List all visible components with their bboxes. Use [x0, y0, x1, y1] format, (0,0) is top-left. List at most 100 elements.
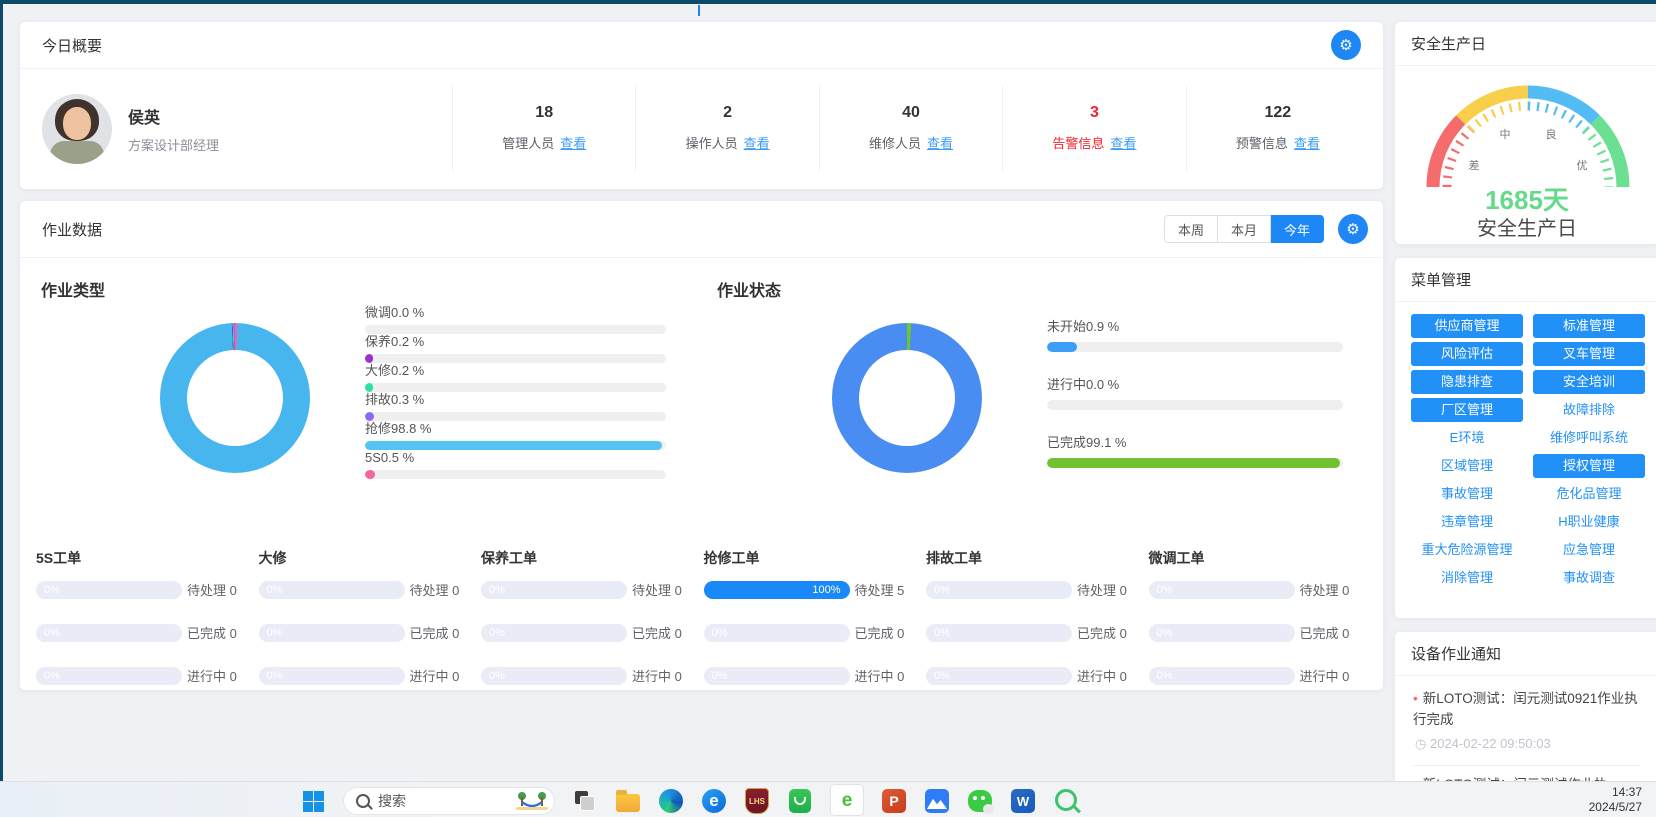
safety-card-header: 安全生产日 — [1395, 22, 1656, 66]
progress-bar: 0% — [481, 667, 627, 685]
menu-card-title: 菜单管理 — [1411, 269, 1471, 290]
menu-item-region[interactable]: 区域管理 — [1411, 454, 1523, 478]
menu-item-plant-area[interactable]: 厂区管理 — [1411, 398, 1523, 422]
menu-item-violation[interactable]: 违章管理 — [1411, 510, 1523, 534]
blue-e-browser-button[interactable]: e — [701, 788, 727, 814]
order-row: 0% 待处理 0 — [36, 580, 255, 599]
legend-item: 进行中0.0 % — [1047, 377, 1343, 435]
menu-item-major-hazard-source[interactable]: 重大危险源管理 — [1411, 538, 1523, 562]
edge-icon — [659, 789, 683, 813]
lhs-app-button[interactable]: LHS — [744, 788, 770, 814]
menu-item-safety-training[interactable]: 安全培训 — [1533, 370, 1645, 394]
app-store-button[interactable] — [787, 788, 813, 814]
windows-start-button[interactable] — [300, 788, 326, 814]
menu-item-elimination[interactable]: 消除管理 — [1411, 566, 1523, 590]
view-link[interactable]: 查看 — [1294, 136, 1320, 151]
view-link[interactable]: 查看 — [1110, 136, 1136, 151]
work-type-legend: 微调0.0 % 保养0.2 % 大修0.2 % 排故0.3 % 抢修98.8 %… — [365, 305, 666, 479]
avatar — [42, 94, 112, 164]
file-explorer-button[interactable] — [615, 788, 641, 814]
window-top-border — [0, 0, 1656, 4]
clock-time: 14:37 — [1589, 785, 1642, 800]
powerpoint-icon: P — [882, 789, 906, 813]
browser-360-button-active[interactable]: e — [830, 788, 864, 814]
menu-item-accident[interactable]: 事故管理 — [1411, 482, 1523, 506]
menu-item-risk-assessment[interactable]: 风险评估 — [1411, 342, 1523, 366]
search-icon — [356, 794, 370, 808]
order-row: 0% 待处理 0 — [481, 580, 700, 599]
magnifier-icon — [1055, 789, 1077, 811]
wechat-button[interactable] — [967, 788, 993, 814]
order-row: 0% 待处理 0 — [1149, 580, 1368, 599]
tab-this-week[interactable]: 本周 — [1164, 215, 1218, 243]
overview-settings-button[interactable]: ⚙ — [1331, 30, 1361, 60]
view-link[interactable]: 查看 — [744, 136, 770, 151]
work-type-donut-chart — [160, 323, 310, 473]
menu-item-e-environment[interactable]: E环境 — [1411, 426, 1523, 450]
task-view-button[interactable] — [572, 788, 598, 814]
word-button[interactable]: W — [1010, 788, 1036, 814]
tab-this-year[interactable]: 今年 — [1271, 215, 1324, 243]
work-data-header: 作业数据 本周 本月 今年 ⚙ — [20, 201, 1383, 258]
taskbar-clock[interactable]: 14:37 2024/5/27 — [1589, 785, 1642, 815]
menu-item-forklift[interactable]: 叉车管理 — [1533, 342, 1645, 366]
work-status-donut-chart — [832, 323, 982, 473]
search-tool-button[interactable] — [1053, 788, 1079, 814]
menu-item-accident-investigation[interactable]: 事故调查 — [1533, 566, 1645, 590]
legend-item: 5S0.5 % — [365, 450, 666, 479]
menu-item-hazard-inspection[interactable]: 隐患排查 — [1411, 370, 1523, 394]
powerpoint-button[interactable]: P — [881, 788, 907, 814]
progress-bar: 0% — [259, 581, 405, 599]
legend-item: 抢修98.8 % — [365, 421, 666, 450]
legend-item: 微调0.0 % — [365, 305, 666, 334]
taskbar-search-input[interactable]: 搜索 — [343, 787, 555, 815]
order-row: 0% 进行中 0 — [704, 666, 923, 685]
gauge-label-medium: 中 — [1500, 128, 1511, 141]
beach-highlight-icon — [514, 790, 550, 812]
mountain-app-icon — [925, 789, 949, 813]
safety-days-card: 安全生产日 差 中 良 优 1685天 安全生产日 — [1394, 21, 1656, 245]
view-link[interactable]: 查看 — [927, 136, 953, 151]
overview-body: 侯英 方案设计部经理 18 管理人员查看 2 操作人员查看 40 维修人员查看 … — [20, 69, 1383, 189]
menu-item-hazardous-chemicals[interactable]: 危化品管理 — [1533, 482, 1645, 506]
stat-label: 维修人员 — [869, 136, 921, 151]
legend-item: 未开始0.9 % — [1047, 319, 1343, 377]
notice-card-title: 设备作业通知 — [1411, 643, 1501, 664]
menu-item-emergency[interactable]: 应急管理 — [1533, 538, 1645, 562]
order-row: 0% 待处理 0 — [926, 580, 1145, 599]
work-data-title: 作业数据 — [42, 219, 102, 240]
user-role: 方案设计部经理 — [128, 135, 219, 154]
text-caret — [698, 5, 700, 16]
menu-item-standards[interactable]: 标准管理 — [1533, 314, 1645, 338]
order-row: 0% 已完成 0 — [1149, 623, 1368, 642]
progress-bar: 0% — [926, 624, 1072, 642]
menu-item-occupational-health[interactable]: H职业健康 — [1533, 510, 1645, 534]
active-app-highlight: e — [830, 784, 864, 816]
menu-item-repair-call-system[interactable]: 维修呼叫系统 — [1533, 426, 1645, 450]
today-overview-title: 今日概要 — [42, 35, 102, 56]
menu-grid: 供应商管理 标准管理 风险评估 叉车管理 隐患排查 安全培训 厂区管理 故障排除… — [1411, 314, 1645, 590]
tab-this-month[interactable]: 本月 — [1218, 215, 1271, 243]
windows-taskbar: 搜索 e LHS e P W 14:37 2024/5/27 — [0, 781, 1656, 817]
clock-date: 2024/5/27 — [1589, 800, 1642, 815]
menu-item-troubleshooting[interactable]: 故障排除 — [1533, 398, 1645, 422]
safety-card-title: 安全生产日 — [1411, 33, 1486, 54]
order-row: 100% 待处理 5 — [704, 580, 923, 599]
order-card-overhaul: 大修 0% 待处理 0 0% 已完成 0 0% 进行中 0 — [259, 548, 478, 685]
notice-item[interactable]: •新LOTO测试：闰元测试0921作业执行完成 — [1395, 676, 1656, 730]
order-row: 0% 进行中 0 — [259, 666, 478, 685]
progress-bar: 0% — [704, 624, 850, 642]
stat-label: 操作人员 — [686, 136, 738, 151]
user-profile: 侯英 方案设计部经理 — [34, 94, 452, 164]
edge-browser-button[interactable] — [658, 788, 684, 814]
stat-operators: 2 操作人员查看 — [635, 86, 818, 172]
menu-item-authorization[interactable]: 授权管理 — [1533, 454, 1645, 478]
legend-item: 已完成99.1 % — [1047, 435, 1343, 493]
user-name: 侯英 — [128, 104, 219, 128]
stat-value: 3 — [1003, 104, 1185, 122]
progress-bar: 0% — [36, 667, 182, 685]
work-data-settings-button[interactable]: ⚙ — [1338, 214, 1368, 244]
view-link[interactable]: 查看 — [560, 136, 586, 151]
mountain-app-button[interactable] — [924, 788, 950, 814]
menu-item-supplier[interactable]: 供应商管理 — [1411, 314, 1523, 338]
